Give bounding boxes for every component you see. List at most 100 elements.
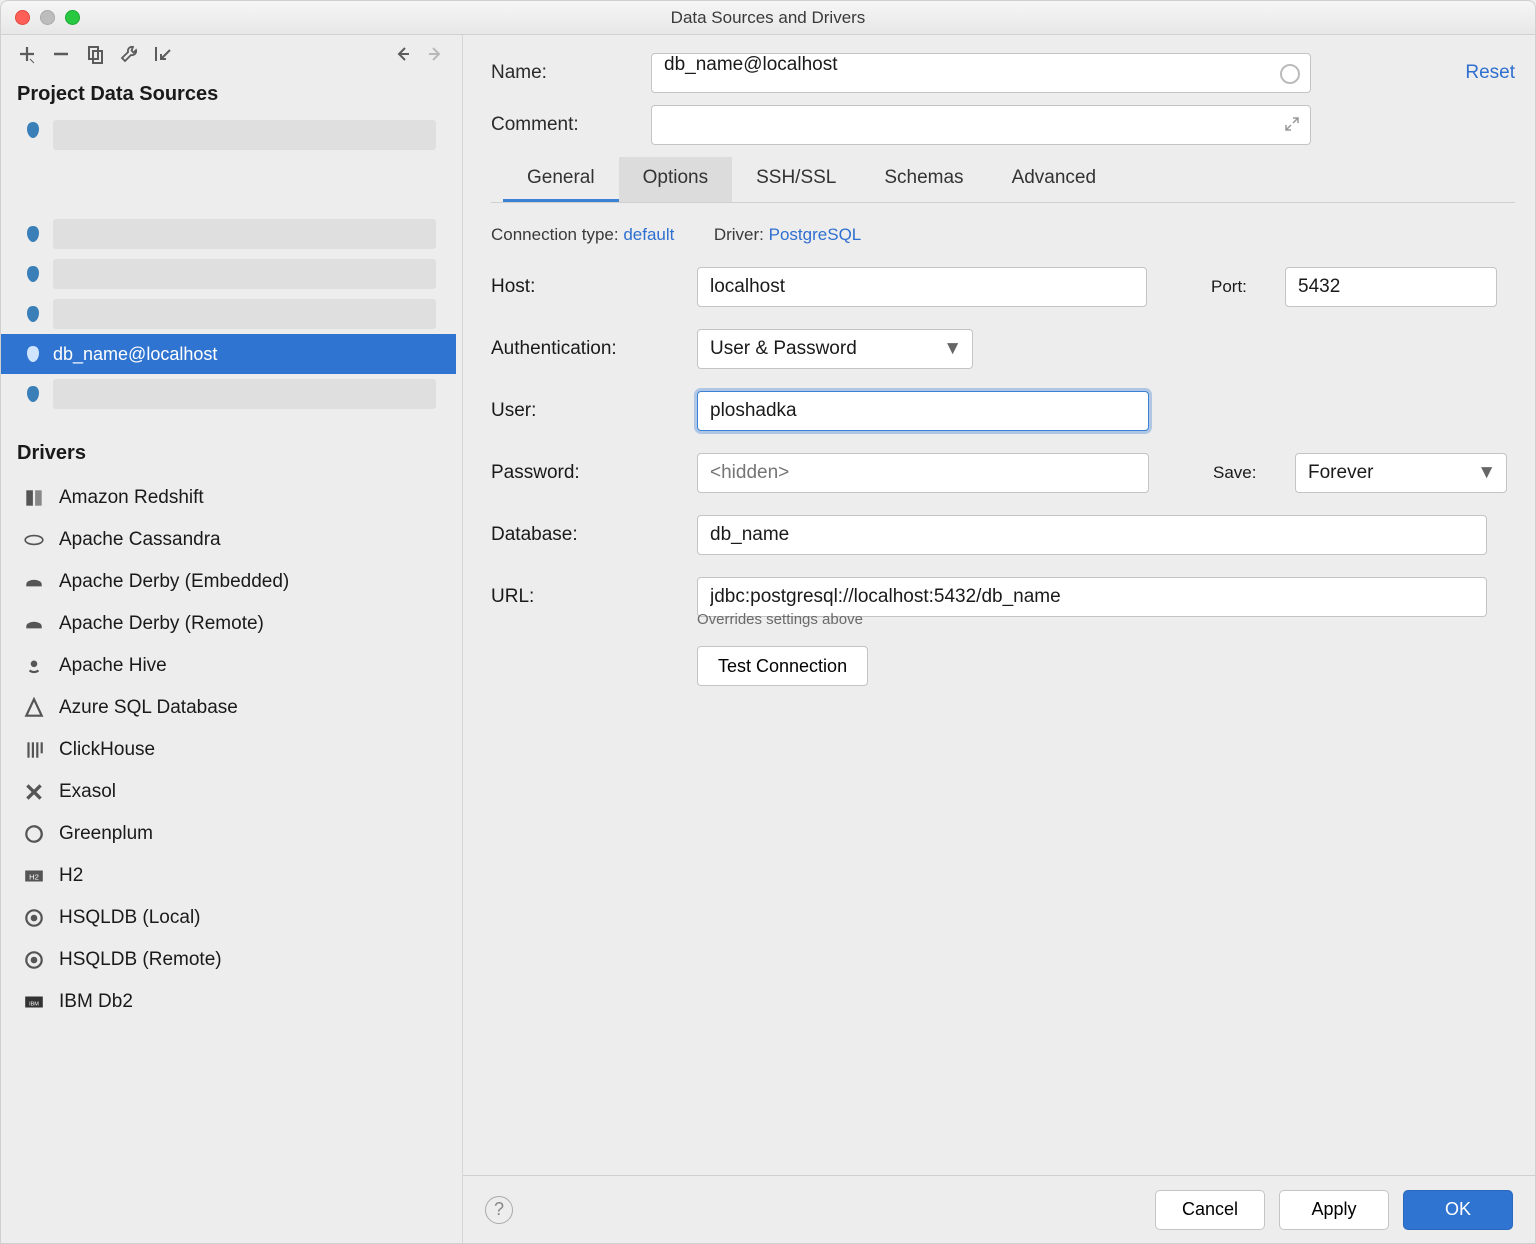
connection-type-link[interactable]: default bbox=[623, 225, 674, 244]
driver-label: IBM Db2 bbox=[59, 991, 133, 1013]
back-arrow-icon[interactable] bbox=[392, 44, 412, 64]
driver-label: Amazon Redshift bbox=[59, 487, 204, 509]
chevron-down-icon: ▼ bbox=[943, 338, 962, 360]
ok-button[interactable]: OK bbox=[1403, 1190, 1513, 1230]
driver-item[interactable]: Exasol bbox=[1, 771, 462, 813]
driver-item[interactable]: Greenplum bbox=[1, 813, 462, 855]
port-input[interactable] bbox=[1285, 267, 1497, 307]
postgresql-icon bbox=[23, 344, 43, 364]
redshift-icon bbox=[23, 487, 45, 509]
cassandra-icon bbox=[23, 529, 45, 551]
driver-item[interactable]: Apache Cassandra bbox=[1, 519, 462, 561]
color-indicator-icon[interactable] bbox=[1280, 64, 1300, 84]
forward-arrow-icon[interactable] bbox=[426, 44, 446, 64]
comment-label: Comment: bbox=[491, 114, 651, 136]
tab-ssh-ssl[interactable]: SSH/SSL bbox=[732, 157, 860, 202]
help-button[interactable]: ? bbox=[485, 1196, 513, 1224]
driver-label: Greenplum bbox=[59, 823, 153, 845]
dialog-window: Data Sources and Drivers Project Data So… bbox=[0, 0, 1536, 1244]
datasource-item-selected[interactable]: db_name@localhost bbox=[1, 334, 456, 374]
exasol-icon bbox=[23, 781, 45, 803]
user-input[interactable] bbox=[697, 391, 1149, 431]
authentication-value: User & Password bbox=[710, 338, 857, 360]
hsqldb-icon bbox=[23, 949, 45, 971]
postgresql-icon bbox=[23, 120, 43, 140]
driver-link[interactable]: PostgreSQL bbox=[769, 225, 862, 244]
driver-item[interactable]: Azure SQL Database bbox=[1, 687, 462, 729]
connection-type-label: Connection type: bbox=[491, 225, 619, 244]
save-label: Save: bbox=[1213, 463, 1281, 483]
greenplum-icon bbox=[23, 823, 45, 845]
azure-icon bbox=[23, 697, 45, 719]
svg-text:H2: H2 bbox=[29, 872, 39, 881]
driver-item[interactable]: Apache Hive bbox=[1, 645, 462, 687]
datasource-label: db_name@localhost bbox=[53, 344, 456, 365]
wrench-icon[interactable] bbox=[119, 44, 139, 64]
tab-general[interactable]: General bbox=[503, 157, 619, 202]
copy-icon[interactable] bbox=[85, 44, 105, 64]
name-input[interactable]: db_name@localhost bbox=[651, 53, 1311, 93]
host-input[interactable] bbox=[697, 267, 1147, 307]
main-panel: Name: db_name@localhost Reset Comment: G… bbox=[463, 35, 1535, 1243]
driver-item[interactable]: Apache Derby (Embedded) bbox=[1, 561, 462, 603]
postgresql-icon bbox=[23, 384, 43, 404]
driver-label: HSQLDB (Remote) bbox=[59, 949, 222, 971]
driver-item[interactable]: H2 H2 bbox=[1, 855, 462, 897]
import-icon[interactable] bbox=[153, 44, 173, 64]
tab-schemas[interactable]: Schemas bbox=[860, 157, 987, 202]
expand-icon[interactable] bbox=[1284, 116, 1300, 138]
tabs: General Options SSH/SSL Schemas Advanced bbox=[491, 157, 1515, 203]
datasource-item[interactable] bbox=[1, 114, 456, 214]
postgresql-icon bbox=[23, 264, 43, 284]
driver-label: Azure SQL Database bbox=[59, 697, 238, 719]
datasource-item[interactable] bbox=[1, 254, 456, 294]
reset-link[interactable]: Reset bbox=[1465, 62, 1515, 84]
clickhouse-icon bbox=[23, 739, 45, 761]
tab-advanced[interactable]: Advanced bbox=[988, 157, 1121, 202]
datasource-item[interactable] bbox=[1, 214, 456, 254]
postgresql-icon bbox=[23, 304, 43, 324]
password-label: Password: bbox=[491, 462, 683, 484]
driver-label: H2 bbox=[59, 865, 83, 887]
project-datasources-header: Project Data Sources bbox=[1, 73, 462, 114]
h2-icon: H2 bbox=[23, 865, 45, 887]
password-input[interactable] bbox=[697, 453, 1149, 493]
driver-label: HSQLDB (Local) bbox=[59, 907, 201, 929]
driver-label: Apache Cassandra bbox=[59, 529, 221, 551]
tab-options[interactable]: Options bbox=[619, 157, 732, 202]
datasources-list: db_name@localhost bbox=[1, 114, 462, 414]
remove-icon[interactable] bbox=[51, 44, 71, 64]
authentication-select[interactable]: User & Password ▼ bbox=[697, 329, 973, 369]
driver-label: Apache Hive bbox=[59, 655, 167, 677]
user-label: User: bbox=[491, 400, 683, 422]
driver-label: Apache Derby (Remote) bbox=[59, 613, 264, 635]
driver-item[interactable]: Apache Derby (Remote) bbox=[1, 603, 462, 645]
apply-button[interactable]: Apply bbox=[1279, 1190, 1389, 1230]
comment-input[interactable] bbox=[651, 105, 1311, 145]
derby-icon bbox=[23, 571, 45, 593]
database-input[interactable] bbox=[697, 515, 1487, 555]
cancel-button[interactable]: Cancel bbox=[1155, 1190, 1265, 1230]
driver-item[interactable]: ClickHouse bbox=[1, 729, 462, 771]
dialog-footer: ? Cancel Apply OK bbox=[463, 1175, 1535, 1243]
name-value: db_name@localhost bbox=[664, 54, 838, 75]
driver-item[interactable]: HSQLDB (Local) bbox=[1, 897, 462, 939]
driver-item[interactable]: IBM IBM Db2 bbox=[1, 981, 462, 1023]
sidebar-toolbar bbox=[1, 35, 462, 73]
driver-label: Apache Derby (Embedded) bbox=[59, 571, 289, 593]
hive-icon bbox=[23, 655, 45, 677]
name-label: Name: bbox=[491, 62, 651, 84]
datasource-item[interactable] bbox=[1, 374, 456, 414]
db2-icon: IBM bbox=[23, 991, 45, 1013]
hsqldb-icon bbox=[23, 907, 45, 929]
driver-item[interactable]: Amazon Redshift bbox=[1, 477, 462, 519]
general-tab-body: Connection type: default Driver: Postgre… bbox=[463, 209, 1535, 702]
driver-label: ClickHouse bbox=[59, 739, 155, 761]
driver-item[interactable]: HSQLDB (Remote) bbox=[1, 939, 462, 981]
chevron-down-icon: ▼ bbox=[1477, 462, 1496, 484]
sidebar: Project Data Sources bbox=[1, 35, 463, 1243]
test-connection-button[interactable]: Test Connection bbox=[697, 646, 868, 686]
save-select[interactable]: Forever ▼ bbox=[1295, 453, 1507, 493]
datasource-item[interactable] bbox=[1, 294, 456, 334]
add-icon[interactable] bbox=[17, 44, 37, 64]
